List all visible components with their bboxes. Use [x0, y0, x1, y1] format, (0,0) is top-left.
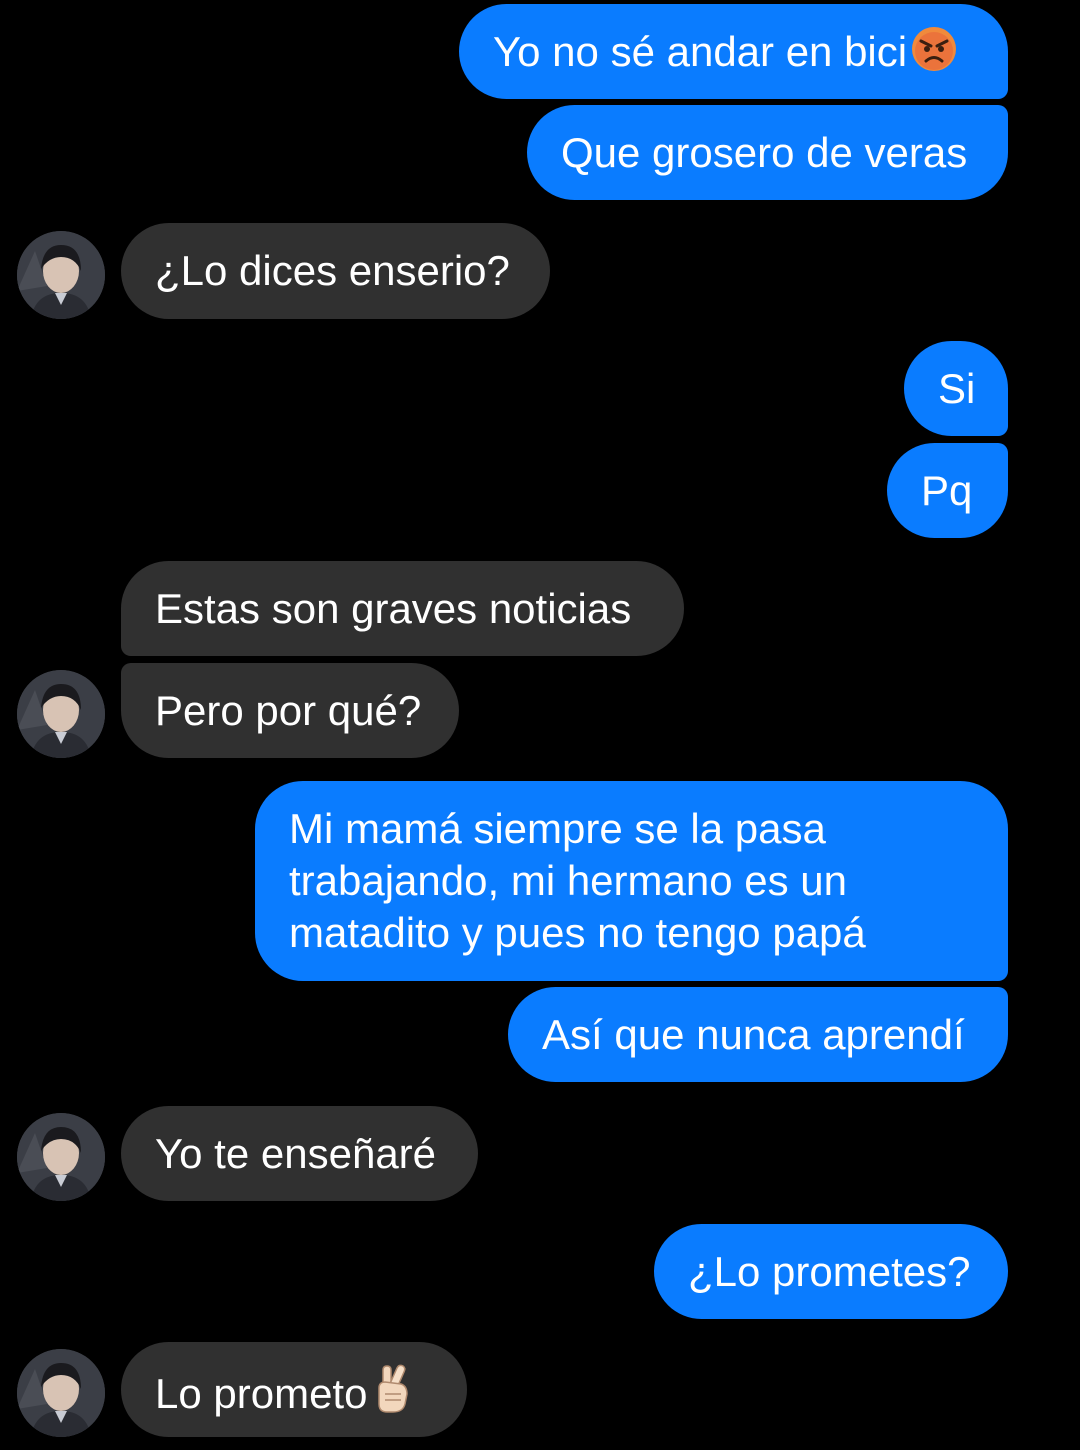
message-text: Pq: [921, 467, 973, 514]
message-text-line: trabajando, mi hermano es un: [289, 857, 847, 904]
message-bubble-outgoing[interactable]: Pq: [887, 443, 1008, 538]
contact-avatar[interactable]: [17, 231, 105, 319]
contact-avatar[interactable]: [17, 1113, 105, 1201]
message-bubble-incoming[interactable]: Pero por qué?: [121, 663, 459, 758]
profile-photo-icon: [17, 1113, 105, 1201]
message-text: Lo prometo: [155, 1370, 368, 1417]
message-bubble-incoming[interactable]: Estas son graves noticias: [121, 561, 684, 656]
message-bubble-incoming[interactable]: Lo prometo: [121, 1342, 467, 1437]
message-bubble-outgoing[interactable]: ¿Lo prometes?: [654, 1224, 1008, 1319]
message-text: Que grosero de veras: [561, 129, 968, 176]
angry-face-icon: [911, 26, 957, 84]
message-bubble-outgoing[interactable]: Si: [904, 341, 1008, 436]
message-text: Pero por qué?: [155, 687, 422, 734]
contact-avatar[interactable]: [17, 1349, 105, 1437]
message-bubble-outgoing[interactable]: Así que nunca aprendí: [508, 987, 1008, 1082]
message-text: ¿Lo dices enserio?: [155, 247, 510, 294]
crossed-fingers-icon: [371, 1364, 413, 1426]
message-text: ¿Lo prometes?: [688, 1248, 971, 1295]
message-text-line: matadito y pues no tengo papá: [289, 909, 866, 956]
message-text: Yo te enseñaré: [155, 1130, 437, 1177]
message-text: Así que nunca aprendí: [542, 1011, 965, 1058]
message-bubble-outgoing[interactable]: Mi mamá siempre se la pasa trabajando, m…: [255, 781, 1008, 981]
profile-photo-icon: [17, 231, 105, 319]
profile-photo-icon: [17, 670, 105, 758]
message-bubble-outgoing[interactable]: Yo no sé andar en bici: [459, 4, 1008, 99]
message-bubble-incoming[interactable]: ¿Lo dices enserio?: [121, 223, 550, 319]
message-text-line: Mi mamá siempre se la pasa: [289, 805, 826, 852]
message-text: Yo no sé andar en bici: [493, 28, 908, 75]
message-text: Si: [938, 365, 976, 412]
message-text: Estas son graves noticias: [155, 585, 632, 632]
message-bubble-outgoing[interactable]: Que grosero de veras: [527, 105, 1008, 200]
contact-avatar[interactable]: [17, 670, 105, 758]
profile-photo-icon: [17, 1349, 105, 1437]
message-bubble-incoming[interactable]: Yo te enseñaré: [121, 1106, 478, 1201]
